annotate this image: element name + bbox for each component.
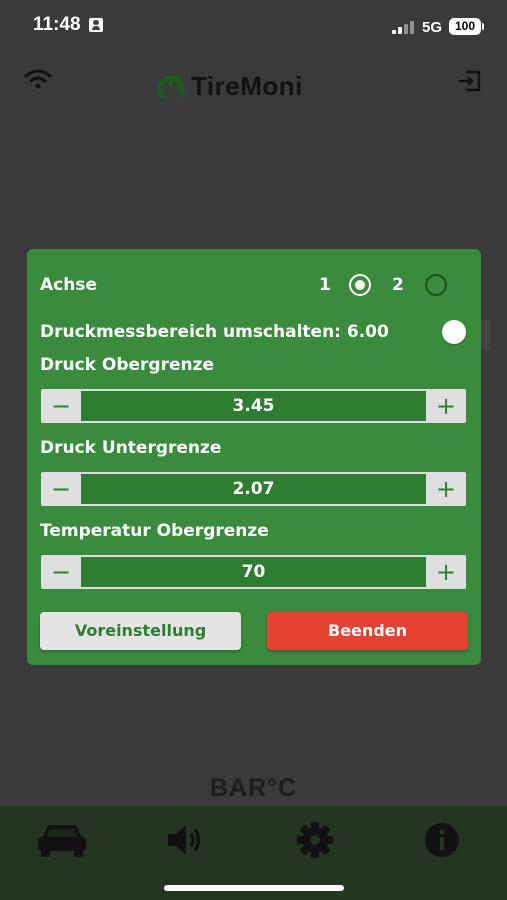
settings-dialog: Achse 1 2 Druckmessbereich umschalten: 6… <box>27 249 481 665</box>
axle-radio-1[interactable] <box>349 274 371 296</box>
temperature-upper-increment[interactable]: + <box>426 555 466 589</box>
cellular-signal-icon <box>392 20 416 34</box>
pressure-lower-decrement[interactable]: − <box>41 472 81 506</box>
app-logo: TireMoni <box>155 70 355 104</box>
home-indicator[interactable] <box>164 885 344 891</box>
pressure-lower-value[interactable]: 2.07 <box>81 472 426 506</box>
axle-option-1-label: 1 <box>319 275 331 295</box>
network-type: 5G <box>422 19 443 36</box>
info-icon <box>425 823 459 857</box>
pressure-upper-decrement[interactable]: − <box>41 389 81 423</box>
pressure-upper-stepper: − 3.45 + <box>41 389 466 423</box>
preset-button[interactable]: Voreinstellung <box>40 612 241 650</box>
temperature-upper-stepper: − 70 + <box>41 555 466 589</box>
pressure-upper-label: Druck Obergrenze <box>40 355 215 375</box>
logo-text: TireMoni <box>191 71 303 101</box>
range-toggle[interactable] <box>442 320 466 344</box>
status-time: 11:48 <box>33 14 81 35</box>
gear-icon <box>297 822 333 858</box>
temperature-upper-value[interactable]: 70 <box>81 555 426 589</box>
pressure-upper-increment[interactable]: + <box>426 389 466 423</box>
axle-radio-2[interactable] <box>425 274 447 296</box>
axle-label: Achse <box>40 275 97 295</box>
pressure-lower-label: Druck Untergrenze <box>40 438 222 458</box>
pressure-lower-stepper: − 2.07 + <box>41 472 466 506</box>
logout-icon[interactable] <box>455 67 485 95</box>
pressure-upper-value[interactable]: 3.45 <box>81 389 426 423</box>
tab-car[interactable] <box>32 820 92 868</box>
car-icon <box>38 825 86 857</box>
units-label: BAR°C <box>209 774 298 802</box>
temperature-upper-decrement[interactable]: − <box>41 555 81 589</box>
battery-indicator: 100 <box>449 18 484 35</box>
temperature-upper-label: Temperatur Obergrenze <box>40 521 269 541</box>
tab-info[interactable] <box>412 820 472 868</box>
tab-sound[interactable] <box>156 820 216 868</box>
close-button[interactable]: Beenden <box>267 612 468 650</box>
wifi-icon[interactable] <box>23 67 53 91</box>
range-toggle-label: Druckmessbereich umschalten: 6.00 <box>40 322 389 342</box>
axle-option-2-label: 2 <box>392 275 404 295</box>
status-bar: 11:48 5G 100 <box>0 0 507 52</box>
speaker-icon <box>168 825 200 855</box>
tire-logo-icon <box>157 75 185 98</box>
pressure-lower-increment[interactable]: + <box>426 472 466 506</box>
tab-settings[interactable] <box>285 820 345 868</box>
contact-card-icon <box>89 18 103 32</box>
